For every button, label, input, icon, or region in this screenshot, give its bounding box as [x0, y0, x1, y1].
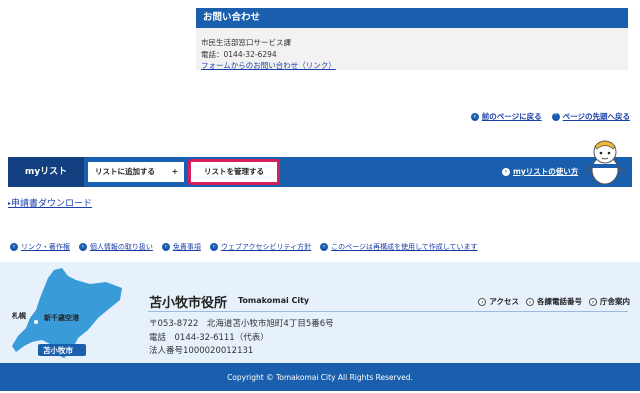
footer-link-label: 個人情報の取り扱い — [89, 243, 153, 251]
footer-link[interactable]: › 免責事項 — [161, 242, 201, 252]
mylist-title: myリスト — [8, 157, 84, 187]
contact-form-link[interactable]: フォームからのお問い合わせ（リンク） — [201, 61, 336, 70]
chevron-up-icon: ˄ — [551, 112, 560, 121]
chevron-right-icon: › — [526, 297, 534, 306]
add-to-list-label: リストに追加する — [95, 167, 155, 176]
city-phone: 電話 0144-32-6111（代表） — [149, 332, 269, 343]
building-guide-link[interactable]: › 庁舎案内 — [589, 296, 630, 307]
contact-body: 市民生活部窓口サービス課 電話：0144-32-6294 フォームからのお問い合… — [196, 28, 628, 70]
chevron-right-icon: › — [209, 243, 218, 251]
contact-heading: お問い合わせ — [196, 8, 628, 28]
footer-links: › リンク・著作権 › 個人情報の取り扱い › 免責事項 › ウェブアクセシビリ… — [10, 242, 478, 252]
footer-link[interactable]: › このページは再構成を使用して作成しています — [320, 242, 478, 252]
mylist-howto-link[interactable]: › myリストの使い方 — [502, 157, 578, 187]
mylist-howto-label: myリストの使い方 — [513, 167, 579, 176]
back-link-label: 前のページに戻る — [481, 112, 542, 121]
corporate-number: 法人番号1000020012131 — [149, 346, 254, 356]
access-label: アクセス — [489, 297, 519, 306]
footer-link-label: このページは再構成を使用して作成しています — [331, 243, 478, 251]
contact-box: お問い合わせ 市民生活部窓口サービス課 電話：0144-32-6294 フォーム… — [196, 8, 628, 70]
access-link[interactable]: › アクセス — [478, 296, 519, 307]
plus-icon: + — [171, 167, 178, 176]
chevron-right-icon: › — [589, 297, 597, 306]
mascot-icon — [584, 140, 626, 185]
footer-link-label: リンク・著作権 — [21, 243, 70, 251]
contact-phone: 電話：0144-32-6294 — [201, 49, 277, 59]
footer-link-label: 免責事項 — [172, 243, 201, 251]
airport-label: 新千歳空港 — [44, 313, 80, 322]
back-link[interactable]: ‹ 前のページに戻る — [470, 111, 542, 122]
page-top-link-label: ページの先頭へ戻る — [562, 112, 630, 121]
footer-nav: › アクセス › 各課電話番号 › 庁舎案内 — [478, 296, 630, 307]
footer-link[interactable]: › ウェブアクセシビリティ方針 — [209, 242, 312, 252]
copyright: Copyright © Tomakomai City All Rights Re… — [0, 363, 640, 391]
add-to-list-button[interactable]: リストに追加する + — [88, 162, 184, 182]
chevron-right-icon: › — [320, 243, 329, 251]
chevron-left-icon: ‹ — [470, 112, 479, 121]
city-tag-label: 苫小牧市 — [43, 345, 73, 355]
sapporo-marker — [34, 320, 38, 324]
phone-list-link[interactable]: › 各課電話番号 — [526, 296, 582, 307]
building-guide-label: 庁舎案内 — [600, 297, 630, 306]
footer-link[interactable]: › リンク・著作権 — [10, 242, 70, 252]
footer-link-label: ウェブアクセシビリティ方針 — [220, 243, 312, 251]
download-link[interactable]: ▸申請書ダウンロード — [8, 196, 92, 209]
city-name-en: Tomakomai City — [238, 296, 310, 305]
divider — [148, 311, 628, 312]
chevron-right-icon: › — [78, 243, 87, 251]
footer-link[interactable]: › 個人情報の取り扱い — [78, 242, 153, 252]
chevron-right-icon: › — [502, 168, 510, 176]
mylist-bar: myリスト リストに追加する + リストを管理する › myリストの使い方 — [8, 157, 632, 187]
download-link-label: 申請書ダウンロード — [11, 199, 93, 209]
page-nav: ‹ 前のページに戻る ˄ ページの先頭へ戻る — [470, 111, 630, 122]
postal-address: 〒053-8722 北海道苫小牧市旭町4丁目5番6号 — [149, 319, 334, 329]
contact-dept: 市民生活部窓口サービス課 — [201, 38, 291, 47]
city-name: 苫小牧市役所 — [149, 296, 228, 311]
phone-list-label: 各課電話番号 — [537, 297, 582, 306]
page-top-link[interactable]: ˄ ページの先頭へ戻る — [551, 111, 630, 122]
hokkaido-map: 札幌 新千歳空港 苫小牧市 — [11, 268, 122, 358]
chevron-right-icon: › — [161, 243, 170, 251]
city-address: 〒053-8722 北海道苫小牧市旭町4丁目5番6号 電話 0144-32-61… — [149, 318, 334, 359]
manage-list-button[interactable]: リストを管理する — [188, 159, 280, 185]
chevron-right-icon: › — [10, 243, 18, 251]
chevron-right-icon: › — [478, 297, 487, 306]
sapporo-label: 札幌 — [11, 311, 26, 320]
